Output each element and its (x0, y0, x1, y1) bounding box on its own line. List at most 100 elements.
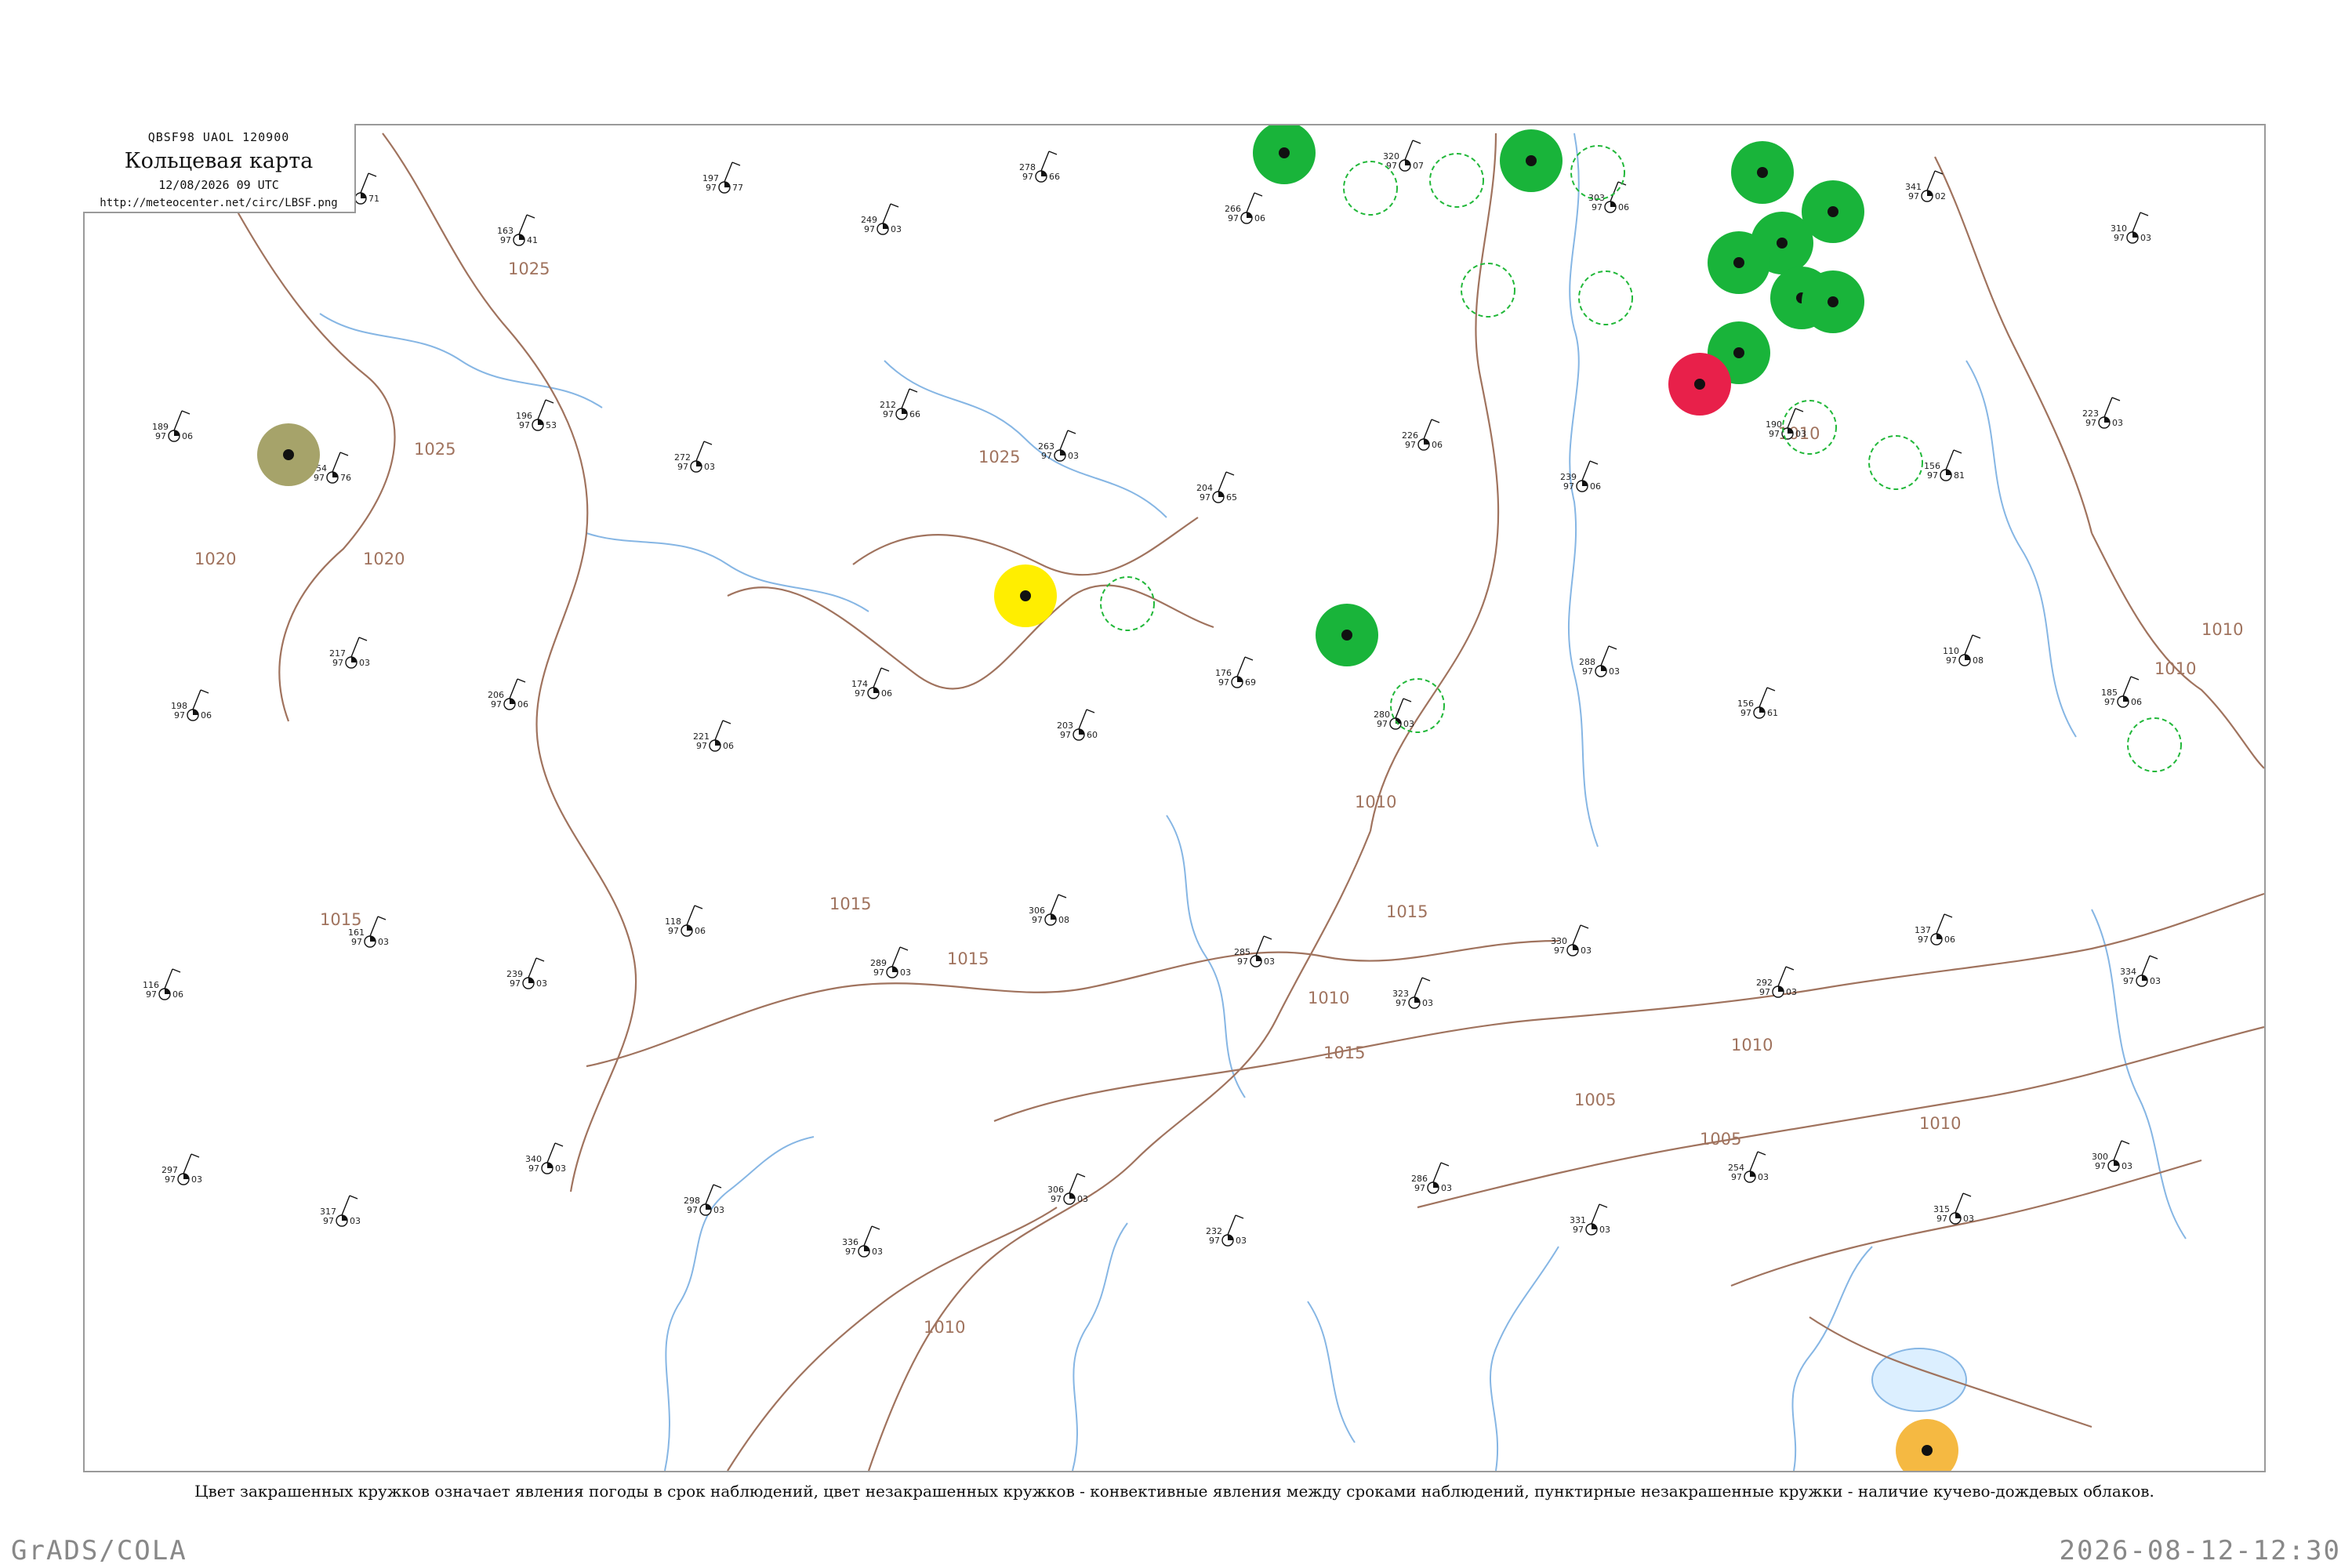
station-plot: 22397 03 (2082, 397, 2123, 429)
wind-barb-flag-icon (713, 1184, 722, 1189)
wind-barb-icon (686, 905, 695, 926)
isobar-label: 1005 (1574, 1091, 1616, 1109)
cloud-cover-icon (864, 1246, 869, 1251)
wind-barb-icon (1069, 1173, 1078, 1194)
wind-barb-icon (546, 1142, 556, 1163)
station-plot: 18597 06 (2101, 676, 2142, 708)
wind-barb-icon (332, 452, 341, 473)
cloud-cover-icon (873, 688, 879, 693)
station-temp: 97 (1759, 987, 1770, 997)
wind-barb-flag-icon (1962, 1192, 1972, 1197)
wind-barb-flag-icon (871, 1225, 880, 1230)
wind-barb-flag-icon (890, 203, 899, 208)
station-plot: 13797 06 (1915, 913, 1955, 946)
station-plot: 21797 03 (329, 637, 370, 669)
cloud-cover-icon (361, 193, 366, 198)
wind-barb-icon (1050, 894, 1059, 915)
wind-barb-flag-icon (172, 968, 181, 973)
station-temp: 97 (864, 224, 875, 234)
station-temp: 97 (1554, 946, 1565, 956)
wind-barb-icon (1581, 460, 1591, 481)
station-dewpoint: 03 (1795, 429, 1806, 439)
station-dewpoint: 03 (1963, 1214, 1974, 1224)
station-dewpoint: 69 (1245, 677, 1256, 688)
isobar-label: 1010 (1731, 1036, 1773, 1054)
station-plot: 19897 06 (171, 689, 212, 721)
station-circle (1733, 257, 1744, 268)
station-plot: 32397 03 (1392, 977, 1433, 1009)
cloud-cover-icon (1237, 677, 1243, 682)
weather-circles-layer (257, 125, 2182, 1471)
cloud-cover-icon (183, 1174, 189, 1179)
station-dewpoint: 06 (2131, 697, 2142, 707)
station-dewpoint: 08 (1973, 655, 1984, 666)
station-temp: 97 (696, 741, 707, 751)
wind-barb-icon (341, 1195, 350, 1216)
station-dewpoint: 03 (1236, 1236, 1247, 1246)
station-temp: 97 (314, 473, 325, 483)
cumulonimbus-circle (1461, 263, 1515, 318)
station-temp: 97 (668, 926, 679, 936)
cloud-cover-icon (1424, 439, 1429, 445)
station-temp: 97 (146, 989, 157, 1000)
isobar-label: 1015 (320, 910, 361, 929)
isobar-line (727, 584, 1214, 690)
wind-barb-icon (2103, 397, 2113, 418)
station-dewpoint: 06 (201, 710, 212, 720)
station-plot: 34197 02 (1905, 170, 1946, 202)
wind-barb-icon (1218, 471, 1227, 492)
wind-barb-flag-icon (1403, 698, 1412, 702)
station-temp: 97 (2104, 697, 2115, 707)
wind-barb-flag-icon (880, 667, 890, 672)
wind-barb-icon (1404, 140, 1414, 161)
station-dewpoint: 81 (1954, 470, 1965, 481)
station-plot: 33197 03 (1570, 1203, 1610, 1236)
cloud-cover-icon (1750, 1171, 1755, 1177)
station-dewpoint: 66 (909, 409, 920, 419)
station-plot: 11097 08 (1943, 634, 1984, 666)
river (664, 1136, 815, 1471)
station-dewpoint: 02 (1935, 191, 1946, 201)
cloud-cover-icon (1041, 171, 1047, 176)
wind-barb-flag-icon (2121, 1140, 2130, 1145)
cloud-cover-icon (1405, 160, 1410, 165)
station-temp: 97 (1946, 655, 1957, 666)
wind-barb-icon (369, 916, 379, 937)
wind-barb-icon (1945, 449, 1955, 470)
station-dewpoint: 03 (2150, 976, 2161, 986)
station-temp: 97 (1396, 998, 1406, 1008)
wind-barb-icon (183, 1153, 192, 1174)
wind-barb-icon (724, 162, 733, 183)
station-plot: 31097 03 (2111, 212, 2151, 244)
cloud-cover-icon (715, 740, 720, 746)
cloud-cover-icon (1601, 666, 1606, 671)
station-plot: 11897 06 (665, 905, 706, 937)
wind-barb-flag-icon (1048, 151, 1058, 155)
station-circle (1828, 296, 1838, 307)
station-temp: 97 (510, 978, 521, 989)
cloud-cover-icon (165, 989, 170, 994)
station-temp: 97 (1060, 730, 1071, 740)
station-dewpoint: 03 (2122, 1161, 2132, 1171)
isobar-label: 1010 (2201, 620, 2243, 639)
station-circle (1828, 206, 1838, 217)
river (1965, 360, 2077, 738)
wind-barb-flag-icon (517, 678, 526, 683)
cloud-cover-icon (1079, 729, 1084, 735)
station-circle (283, 449, 294, 460)
station-dewpoint: 60 (1087, 730, 1098, 740)
station-plot: 23997 06 (1560, 460, 1601, 492)
isobar-labels-layer: 1025 1020 1020 1025 1025 1015 1015 1015 1015 1010… (194, 260, 2243, 1337)
wind-barb-icon (2113, 1140, 2122, 1161)
wind-barb-flag-icon (368, 172, 377, 177)
station-plot: 30697 08 (1029, 894, 1069, 926)
station-plot: 25497 03 (1728, 1151, 1769, 1183)
station-dewpoint: 06 (517, 699, 528, 710)
cloud-cover-icon (687, 925, 692, 931)
station-plot: 20697 06 (488, 678, 528, 710)
station-dewpoint: 03 (191, 1174, 202, 1185)
station-dewpoint: 06 (1618, 202, 1629, 212)
cloud-cover-icon (174, 430, 180, 436)
isobar-line (727, 1207, 1058, 1471)
cloud-cover-icon (2132, 232, 2138, 238)
